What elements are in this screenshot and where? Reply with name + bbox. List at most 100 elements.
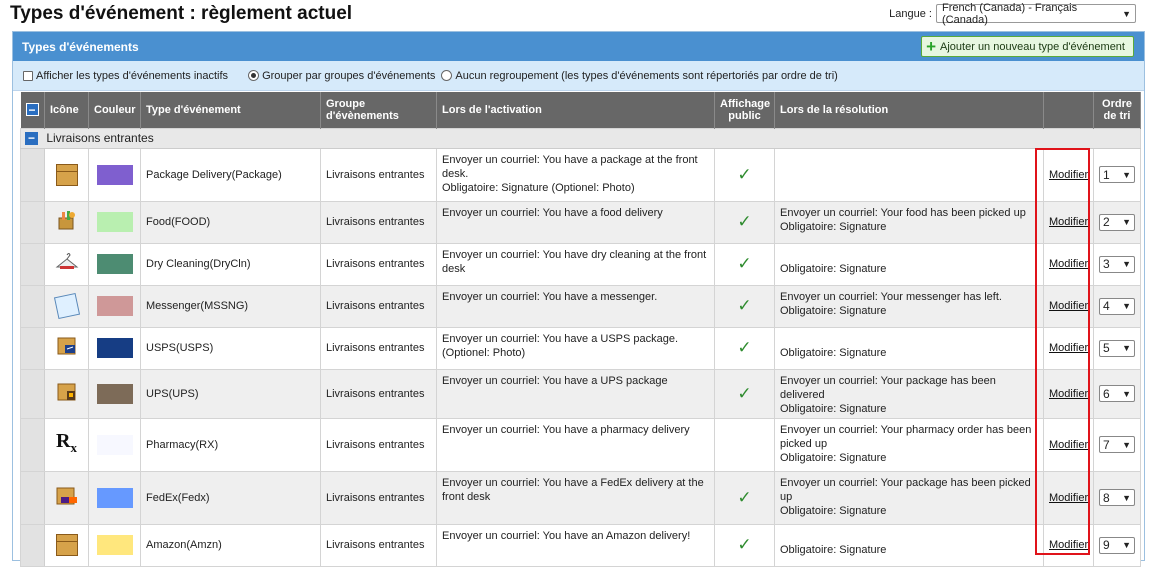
modify-link[interactable]: Modifier (1049, 439, 1088, 451)
sort-order-select[interactable]: 4 ▼ (1099, 297, 1135, 315)
collapse-all-icon[interactable]: − (25, 103, 39, 116)
pharmacy-icon: Rx (56, 430, 77, 455)
sort-order-value: 6 (1103, 386, 1110, 401)
language-select[interactable]: French (Canada) - Français (Canada) ▼ (936, 2, 1136, 26)
event-type-name: Food(FOOD) (140, 200, 321, 244)
sort-order-select[interactable]: 3 ▼ (1099, 255, 1135, 273)
drag-handle[interactable] (20, 242, 45, 286)
drag-handle[interactable] (20, 470, 45, 525)
modify-cell: Modifier (1043, 470, 1094, 525)
modify-link[interactable]: Modifier (1049, 388, 1088, 400)
event-type-name: FedEx(Fedx) (140, 470, 321, 525)
color-swatch (96, 254, 133, 274)
language-selector: Langue : French (Canada) - Français (Can… (889, 2, 1136, 26)
drag-handle[interactable] (20, 417, 45, 472)
modify-link[interactable]: Modifier (1049, 258, 1088, 270)
icon-cell (44, 470, 89, 525)
show-inactive-option[interactable]: Afficher les types d'événements inactifs (23, 70, 228, 82)
col-modify (1043, 92, 1094, 128)
sort-cell: 7 ▼ (1093, 417, 1141, 472)
show-inactive-label: Afficher les types d'événements inactifs (36, 69, 229, 82)
sort-order-select[interactable]: 1 ▼ (1099, 166, 1135, 183)
activation-cell: Envoyer un courriel: You have a messenge… (436, 284, 715, 328)
sort-cell: 5 ▼ (1093, 326, 1141, 370)
color-cell (88, 200, 141, 244)
activation-line: (Optionel: Photo) (442, 346, 526, 359)
modify-link[interactable]: Modifier (1049, 169, 1088, 181)
resolution-line: Envoyer un courriel: Your messenger has … (780, 290, 1002, 303)
sort-order-select[interactable]: 8 ▼ (1099, 489, 1135, 506)
modify-cell: Modifier (1043, 284, 1094, 328)
modify-link[interactable]: Modifier (1049, 216, 1088, 228)
show-inactive-checkbox[interactable] (23, 70, 33, 81)
sort-cell: 4 ▼ (1093, 284, 1141, 328)
activation-line: Envoyer un courriel: You have an Amazon … (442, 529, 691, 542)
event-type-name: Dry Cleaning(DryCln) (140, 242, 321, 286)
resolution-line: Envoyer un courriel: Your food has been … (780, 206, 1026, 219)
sort-order-select[interactable]: 2 ▼ (1099, 213, 1135, 231)
chevron-down-icon: ▼ (1122, 259, 1131, 269)
col-sort-line1: Ordre (1102, 97, 1132, 110)
modify-cell: Modifier (1043, 523, 1094, 567)
drag-handle[interactable] (20, 368, 45, 419)
modify-cell: Modifier (1043, 147, 1094, 202)
sort-cell: 8 ▼ (1093, 470, 1141, 525)
modify-link[interactable]: Modifier (1049, 539, 1088, 551)
modify-link[interactable]: Modifier (1049, 342, 1088, 354)
no-group-option[interactable]: Aucun regroupement (les types d'événemen… (441, 70, 838, 82)
sort-order-select[interactable]: 9 ▼ (1099, 536, 1135, 554)
plus-icon: + (926, 37, 937, 56)
event-group-name: Livraisons entrantes (320, 470, 437, 525)
event-group-name: Livraisons entrantes (320, 368, 437, 419)
package-icon (55, 163, 78, 186)
modify-link[interactable]: Modifier (1049, 300, 1088, 312)
drag-handle[interactable] (20, 200, 45, 244)
drag-handle[interactable] (20, 326, 45, 370)
sort-order-select[interactable]: 7 ▼ (1099, 436, 1135, 453)
sort-cell: 6 ▼ (1093, 368, 1141, 419)
col-resolution: Lors de la résolution (774, 92, 1044, 128)
resolution-cell: Envoyer un courriel: Your package has be… (774, 470, 1044, 525)
collapse-group-icon[interactable]: − (25, 131, 38, 145)
sort-order-value: 2 (1103, 215, 1110, 229)
col-group: Groupe d'évènements (320, 92, 437, 128)
table-row: FedEx(Fedx) Livraisons entrantes Envoyer u… (20, 470, 1141, 525)
sort-cell: 1 ▼ (1093, 147, 1141, 202)
drag-handle[interactable] (20, 523, 45, 567)
group-by-option[interactable]: Grouper par groupes d'événements (248, 70, 435, 82)
no-group-radio[interactable] (441, 70, 453, 81)
table-row: Food(FOOD) Livraisons entrantes Envoyer un… (20, 200, 1141, 244)
public-display-check: ✓ (714, 470, 775, 525)
resolution-cell: Obligatoire: Signature (774, 326, 1044, 370)
color-swatch (96, 296, 133, 316)
sort-order-select[interactable]: 5 ▼ (1099, 339, 1135, 357)
event-group-name: Livraisons entrantes (320, 417, 437, 472)
resolution-cell: Envoyer un courriel: Your pharmacy order… (774, 417, 1044, 472)
icon-cell (44, 147, 89, 202)
col-sort-line2: de tri (1103, 109, 1131, 122)
modify-link[interactable]: Modifier (1049, 492, 1088, 504)
col-public-line2: public (728, 109, 761, 122)
resolution-line: Obligatoire: Signature (780, 304, 887, 317)
table-row: Package Delivery(Package) Livraisons entr… (20, 147, 1141, 202)
icon-cell (44, 242, 89, 286)
activation-cell: Envoyer un courriel: You have a food del… (436, 200, 715, 244)
icon-cell: Rx (44, 417, 89, 472)
activation-cell: Envoyer un courriel: You have a package … (436, 147, 715, 202)
icon-cell (44, 326, 89, 370)
icon-cell (44, 368, 89, 419)
table-row: UPS(UPS) Livraisons entrantes Envoyer un c… (20, 368, 1141, 419)
chevron-down-icon: ▼ (1122, 169, 1131, 180)
color-cell (88, 470, 141, 525)
add-event-type-button[interactable]: + Ajouter un nouveau type d'événement (921, 36, 1134, 57)
group-by-radio[interactable] (248, 70, 260, 81)
drag-handle[interactable] (20, 147, 45, 202)
sort-order-select[interactable]: 6 ▼ (1099, 385, 1135, 402)
resolution-line: Envoyer un courriel: Your pharmacy order… (780, 423, 1032, 436)
resolution-cell: Envoyer un courriel: Your food has been … (774, 200, 1044, 244)
chevron-down-icon: ▼ (1122, 439, 1131, 450)
activation-line: Envoyer un courriel: You have a messenge… (442, 290, 658, 303)
event-group-name: Livraisons entrantes (320, 284, 437, 328)
drag-handle[interactable] (20, 284, 45, 328)
options-row: Afficher les types d'événements inactifs… (13, 61, 1144, 91)
